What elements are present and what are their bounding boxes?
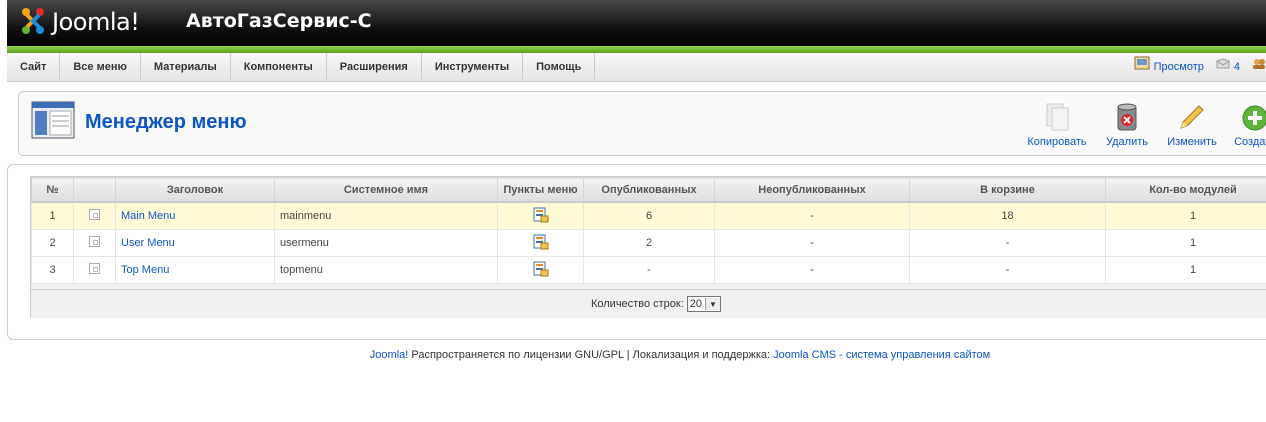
row-modules: 1 [1105, 256, 1266, 284]
preview-link[interactable]: Просмотр [1134, 53, 1204, 81]
status-bar: Просмотр 4 [1134, 53, 1266, 81]
row-trash: 18 [909, 201, 1106, 230]
menu-item-tools[interactable]: Инструменты [422, 53, 524, 81]
row-published: 6 [583, 201, 715, 230]
row-system-name: usermenu [274, 229, 498, 257]
menu-item-site[interactable]: Сайт [7, 53, 61, 81]
footer: Joomla! Распространяется по лицензии GNU… [0, 349, 1266, 361]
col-header-trash[interactable]: В корзине [909, 177, 1106, 203]
users-indicator[interactable] [1252, 53, 1266, 81]
rows-count-select[interactable]: 20 ▼ [686, 296, 722, 312]
menu-table: № Заголовок Системное имя Пункты меню Оп… [31, 177, 1266, 284]
col-header-menu-items[interactable]: Пункты меню [497, 177, 584, 203]
row-modules: 1 [1105, 229, 1266, 257]
col-header-num[interactable]: № [31, 177, 74, 203]
row-radio[interactable] [89, 263, 100, 274]
pagination-bar: Количество строк: 20 ▼ [31, 289, 1266, 318]
footer-joomla-link[interactable]: Joomla! [370, 349, 409, 361]
page-title: Менеджер меню [85, 111, 247, 133]
copy-icon [1022, 102, 1092, 132]
row-unpublished: - [714, 256, 910, 284]
joomla-logo-icon [18, 5, 48, 40]
menu-item-all-menus[interactable]: Все меню [60, 53, 141, 81]
table-row: 3 Top Menu topmenu - - - 1 [31, 256, 1266, 284]
copy-button[interactable]: Копировать [1022, 102, 1092, 148]
chevron-down-icon: ▼ [705, 298, 721, 310]
row-published: - [583, 256, 715, 284]
row-title-link[interactable]: Main Menu [121, 210, 175, 222]
row-trash: - [909, 229, 1106, 257]
menu-items-icon[interactable] [533, 207, 549, 226]
row-num: 2 [31, 229, 74, 257]
messages-icon [1216, 53, 1230, 81]
col-header-published[interactable]: Опубликованных [583, 177, 715, 203]
row-system-name: mainmenu [274, 201, 498, 230]
table-row: 1 Main Menu mainmenu 6 - 18 1 [31, 201, 1266, 230]
row-published: 2 [583, 229, 715, 257]
row-unpublished: - [714, 229, 910, 257]
row-trash: - [909, 256, 1106, 284]
delete-label: Удалить [1106, 136, 1148, 148]
menu-item-components[interactable]: Компоненты [231, 53, 327, 81]
main-menu-bar: Сайт Все меню Материалы Компоненты Расши… [7, 53, 1266, 82]
edit-button[interactable]: Изменить [1157, 102, 1227, 148]
rows-count-value: 20 [689, 298, 703, 310]
site-title: АвтоГазСервис-С [186, 10, 372, 32]
row-num: 3 [31, 256, 74, 284]
toolbar-panel: Менеджер меню Копировать Удалить Изменит… [18, 91, 1266, 156]
footer-license-text: Распространяется по лицензии GNU/GPL | Л… [408, 349, 774, 361]
col-header-select [73, 177, 116, 203]
row-title-link[interactable]: Top Menu [121, 264, 169, 276]
joomla-logo[interactable]: Joomla! [18, 4, 140, 40]
edit-label: Изменить [1167, 136, 1217, 148]
header-accent-bar [7, 46, 1266, 53]
copy-label: Копировать [1027, 136, 1087, 148]
create-label: Создать [1234, 136, 1266, 148]
menu-item-help[interactable]: Помощь [523, 53, 596, 81]
users-icon [1252, 53, 1266, 81]
row-unpublished: - [714, 201, 910, 230]
plus-create-icon [1220, 102, 1266, 132]
row-radio[interactable] [89, 236, 100, 247]
rows-count-label: Количество строк: [590, 298, 684, 310]
menu-item-extensions[interactable]: Расширения [327, 53, 422, 81]
menu-item-content[interactable]: Материалы [141, 53, 231, 81]
preview-icon [1134, 53, 1150, 81]
col-header-unpublished[interactable]: Неопубликованных [714, 177, 910, 203]
menu-items-icon[interactable] [533, 234, 549, 253]
messages-indicator[interactable]: 4 [1216, 53, 1240, 81]
logo-text: Joomla! [52, 8, 140, 36]
row-system-name: topmenu [274, 256, 498, 284]
messages-count: 4 [1233, 61, 1240, 73]
row-radio[interactable] [89, 209, 100, 220]
menu-manager-icon [31, 101, 75, 144]
menu-items-icon[interactable] [533, 261, 549, 280]
footer-support-link[interactable]: Joomla CMS - система управления сайтом [773, 349, 990, 361]
col-header-modules[interactable]: Кол-во модулей [1105, 177, 1266, 203]
pencil-edit-icon [1157, 102, 1227, 132]
create-button[interactable]: Создать [1220, 102, 1266, 148]
row-title-link[interactable]: User Menu [121, 237, 175, 249]
row-modules: 1 [1105, 201, 1266, 230]
trash-delete-icon [1092, 102, 1162, 132]
delete-button[interactable]: Удалить [1092, 102, 1162, 148]
col-header-title[interactable]: Заголовок [115, 177, 275, 203]
table-row: 2 User Menu usermenu 2 - - 1 [31, 229, 1266, 257]
preview-label: Просмотр [1153, 61, 1204, 73]
content-panel: № Заголовок Системное имя Пункты меню Оп… [7, 164, 1266, 340]
row-num: 1 [31, 201, 74, 230]
menu-table-container: № Заголовок Системное имя Пункты меню Оп… [30, 176, 1266, 318]
col-header-system-name[interactable]: Системное имя [274, 177, 498, 203]
